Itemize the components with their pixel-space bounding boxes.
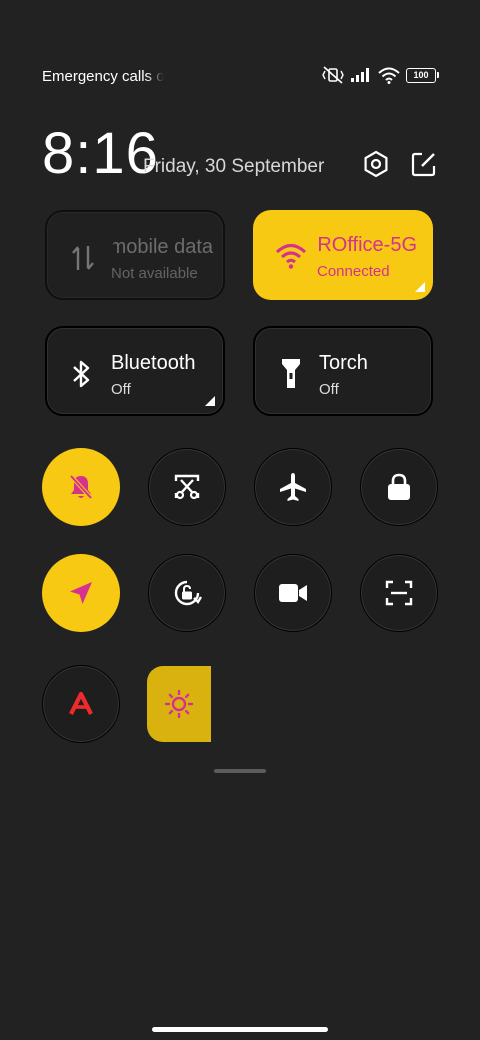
tile-label: mobile data	[113, 236, 213, 258]
status-bar: Emergency calls only 100	[0, 62, 480, 90]
tile-status: Off	[319, 381, 339, 398]
tile-bluetooth[interactable]: Bluetooth Off	[45, 326, 225, 416]
location-icon	[70, 582, 92, 604]
screenshot-icon	[174, 474, 200, 500]
toggle-location[interactable]	[42, 554, 120, 632]
tile-status: Not available	[111, 265, 198, 282]
expand-handle[interactable]	[214, 769, 266, 773]
toggle-airplane[interactable]	[254, 448, 332, 526]
home-indicator[interactable]	[152, 1027, 328, 1032]
scanner-icon	[385, 580, 413, 606]
toggle-rotation-lock[interactable]	[148, 554, 226, 632]
toggle-screen-recorder[interactable]	[254, 554, 332, 632]
tile-label: Bluetooth	[111, 352, 196, 374]
tile-torch[interactable]: Torch Off	[253, 326, 433, 416]
expand-corner-icon[interactable]	[205, 396, 215, 406]
video-camera-icon	[279, 584, 307, 602]
tile-label: Torch	[319, 352, 368, 374]
status-icons: 100	[322, 66, 439, 84]
tile-status: Off	[111, 381, 131, 398]
wifi-icon	[275, 244, 307, 269]
brightness-icon	[164, 689, 194, 719]
toggle-mute[interactable]	[42, 448, 120, 526]
expand-corner-icon[interactable]	[415, 282, 425, 292]
battery-icon: 100	[406, 67, 439, 83]
wifi-status-icon	[378, 67, 400, 84]
rotation-lock-icon	[174, 580, 203, 606]
swap-vertical-icon	[72, 246, 94, 270]
clock[interactable]: 8:16	[42, 120, 159, 187]
toggle-auto-brightness[interactable]	[42, 665, 120, 743]
brightness-slider[interactable]	[147, 666, 211, 742]
date[interactable]: Friday, 30 September	[143, 156, 324, 178]
toggle-screenshot[interactable]	[148, 448, 226, 526]
edit-icon[interactable]	[410, 150, 438, 178]
mute-bell-icon	[69, 474, 93, 500]
tile-mobile-data[interactable]: mobile data Not available	[45, 210, 225, 300]
status-text: Emergency calls only	[42, 68, 164, 85]
tile-label: NAIROffice-5G	[317, 234, 417, 256]
tile-wifi[interactable]: NAIROffice-5G Connected	[253, 210, 433, 300]
toggle-scanner[interactable]	[360, 554, 438, 632]
bluetooth-icon	[73, 360, 90, 388]
vibrate-off-icon	[322, 66, 344, 84]
tile-status: Connected	[317, 263, 390, 280]
signal-icon	[351, 68, 369, 82]
airplane-icon	[280, 473, 306, 501]
torch-icon	[282, 359, 300, 388]
lock-icon	[388, 473, 410, 500]
settings-icon[interactable]	[362, 150, 390, 178]
auto-brightness-icon	[69, 691, 93, 715]
toggle-lock-screen[interactable]	[360, 448, 438, 526]
